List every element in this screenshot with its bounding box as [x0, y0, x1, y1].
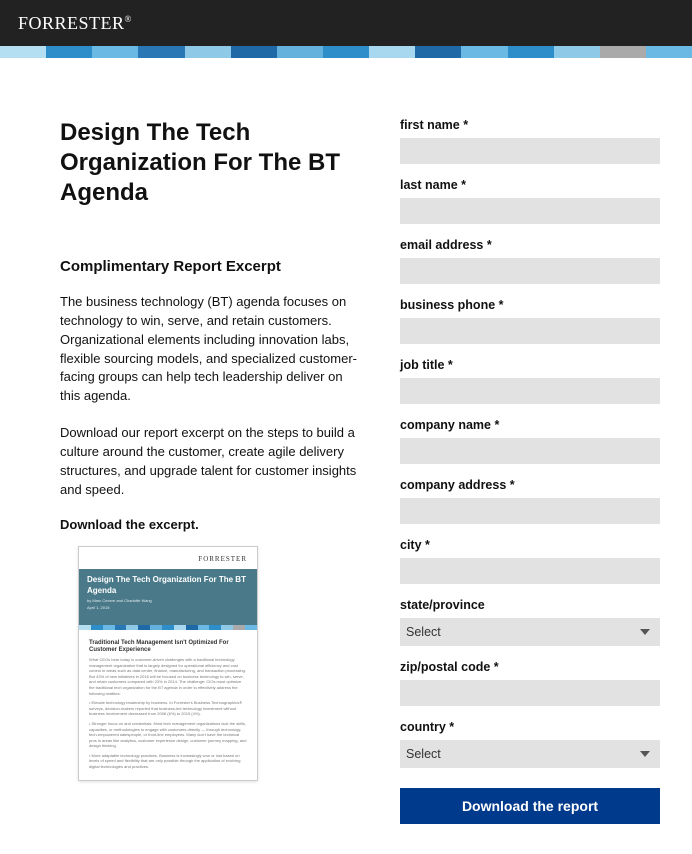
country-label: country *	[400, 720, 660, 734]
email-label: email address *	[400, 238, 660, 252]
main-content: Design The Tech Organization For The BT …	[0, 58, 692, 854]
decorative-stripe	[0, 46, 692, 58]
last-name-label: last name *	[400, 178, 660, 192]
thumb-title-block: Design The Tech Organization For The BT …	[79, 569, 257, 624]
state-label: state/province	[400, 598, 660, 612]
phone-label: business phone *	[400, 298, 660, 312]
zip-label: zip/postal code *	[400, 660, 660, 674]
company-name-input[interactable]	[400, 438, 660, 464]
submit-button[interactable]: Download the report	[400, 788, 660, 824]
intro-paragraph-1: The business technology (BT) agenda focu…	[60, 293, 358, 406]
job-title-input[interactable]	[400, 378, 660, 404]
page-title: Design The Tech Organization For The BT …	[60, 118, 358, 208]
thumb-byline: by Marc Cecere and Charlotte Wang	[87, 598, 249, 603]
thumb-body-text: What CEOs hear today is customer-driven …	[89, 657, 247, 770]
first-name-input[interactable]	[400, 138, 660, 164]
brand-logo: FORRESTER®	[18, 13, 132, 34]
left-column: Design The Tech Organization For The BT …	[60, 118, 358, 824]
brand-text: FORRESTER	[18, 13, 125, 33]
thumb-title: Design The Tech Organization For The BT …	[87, 575, 249, 596]
thumb-brand: FORRESTER	[89, 555, 247, 563]
job-title-label: job title *	[400, 358, 660, 372]
thumb-section-heading: Traditional Tech Management Isn't Optimi…	[89, 640, 247, 654]
thumb-date: April 1, 2015	[87, 605, 249, 610]
report-thumbnail: FORRESTER Design The Tech Organization F…	[78, 546, 258, 781]
state-select[interactable]: Select	[400, 618, 660, 646]
zip-input[interactable]	[400, 680, 660, 706]
company-name-label: company name *	[400, 418, 660, 432]
email-input[interactable]	[400, 258, 660, 284]
last-name-input[interactable]	[400, 198, 660, 224]
phone-input[interactable]	[400, 318, 660, 344]
city-input[interactable]	[400, 558, 660, 584]
thumb-stripe	[79, 625, 257, 630]
header-bar: FORRESTER®	[0, 0, 692, 46]
city-label: city *	[400, 538, 660, 552]
first-name-label: first name *	[400, 118, 660, 132]
country-select[interactable]: Select	[400, 740, 660, 768]
company-address-label: company address *	[400, 478, 660, 492]
form-column: first name * last name * email address *…	[400, 118, 660, 824]
company-address-input[interactable]	[400, 498, 660, 524]
intro-paragraph-2: Download our report excerpt on the steps…	[60, 424, 358, 499]
download-prompt: Download the excerpt.	[60, 517, 358, 532]
page-subtitle: Complimentary Report Excerpt	[60, 258, 358, 275]
